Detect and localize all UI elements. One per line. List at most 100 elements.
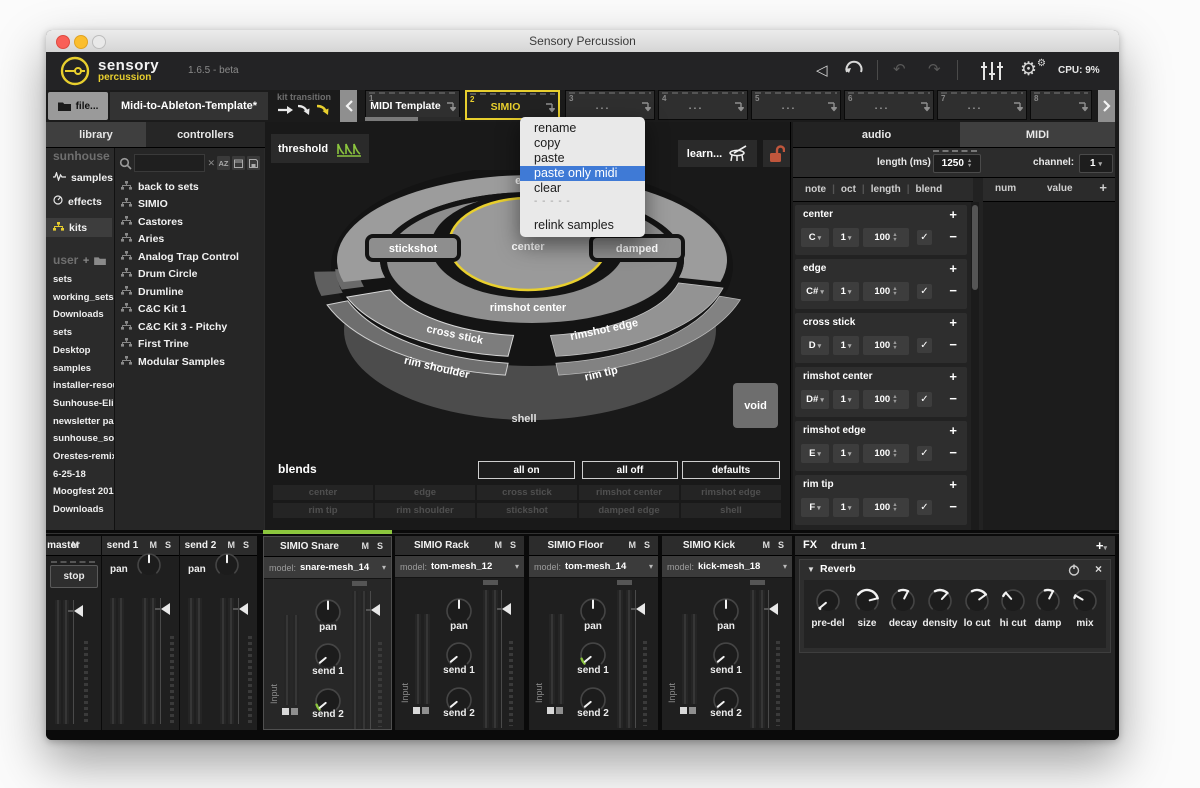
kit-tab-6[interactable]: 6... <box>844 90 934 120</box>
note-select[interactable]: F▾ <box>801 498 829 517</box>
transition-curve-arrow-active-icon[interactable] <box>316 103 332 117</box>
kit-name[interactable]: Midi-to-Ableton-Template* <box>110 92 268 120</box>
blend-cell-center[interactable]: center <box>273 485 373 500</box>
user-folder-samples[interactable]: samples <box>46 363 119 374</box>
note-enabled-checkbox[interactable]: ✓ <box>917 338 932 353</box>
kit-list-item-Drumline[interactable]: Drumline <box>121 283 262 300</box>
remove-effect-icon[interactable]: × <box>1095 562 1102 576</box>
add-cc-button[interactable]: + <box>1099 180 1107 195</box>
octave-select[interactable]: 1▾ <box>833 282 859 301</box>
user-folder-Downloads[interactable]: Downloads <box>46 504 119 515</box>
remove-note-button[interactable]: − <box>949 229 957 244</box>
tab-pull-icon[interactable] <box>920 99 930 117</box>
open-folder-icon[interactable] <box>94 256 106 265</box>
menu-item-paste-only-midi[interactable]: paste only midi <box>520 166 645 181</box>
kit-list-item-Analog-Trap-Control[interactable]: Analog Trap Control <box>121 248 262 265</box>
add-note-button[interactable]: + <box>949 261 957 276</box>
mixer-sliders-icon[interactable] <box>980 61 1004 81</box>
blend-cell-stickshot[interactable]: stickshot <box>477 503 577 518</box>
blend-cell-rimshot-center[interactable]: rimshot center <box>579 485 679 500</box>
remove-note-button[interactable]: − <box>949 445 957 460</box>
tab-pull-icon[interactable] <box>641 99 651 117</box>
kit-list-item-Aries[interactable]: Aries <box>121 231 262 248</box>
model-dropdown-icon[interactable]: ▾ <box>649 562 653 571</box>
kit-tab-1[interactable]: 1MIDI Template <box>365 90 460 120</box>
blend-cell-shell[interactable]: shell <box>681 503 781 518</box>
octave-select[interactable]: 1▾ <box>833 498 859 517</box>
loop-icon[interactable] <box>843 59 865 81</box>
solo-button[interactable]: S <box>165 540 171 550</box>
collapse-effect-icon[interactable]: ▼ <box>807 565 815 574</box>
solo-button[interactable]: S <box>243 540 249 550</box>
user-folder-Downloads[interactable]: Downloads <box>46 309 119 320</box>
metronome-icon[interactable]: ◁ <box>816 61 828 79</box>
zone-void[interactable]: void <box>733 383 778 428</box>
reverb-knob-hi-cut[interactable] <box>1000 588 1026 619</box>
fader-handle[interactable] <box>161 603 170 615</box>
tab-audio[interactable]: audio <box>793 122 960 148</box>
note-enabled-checkbox[interactable]: ✓ <box>917 392 932 407</box>
menu-item-copy[interactable]: copy <box>520 136 645 151</box>
kit-list-item-C&C-Kit-3---Pitchy[interactable]: C&C Kit 3 - Pitchy <box>121 318 262 335</box>
mute-button[interactable]: M <box>362 541 370 551</box>
sort-az-button[interactable]: AZ <box>217 156 230 170</box>
solo-button[interactable]: S <box>644 540 650 550</box>
kit-list-item-First-Trine[interactable]: First Trine <box>121 336 262 353</box>
add-note-button[interactable]: + <box>949 315 957 330</box>
sidebar-item-effects[interactable]: effects <box>46 192 112 211</box>
model-name[interactable]: tom-mesh_14 <box>565 561 626 572</box>
model-dropdown-icon[interactable]: ▾ <box>783 562 787 571</box>
menu-item-paste[interactable]: paste <box>520 151 645 166</box>
note-select[interactable]: C▾ <box>801 228 829 247</box>
note-length-input[interactable]: 100▲▼ <box>863 228 909 247</box>
add-note-button[interactable]: + <box>949 369 957 384</box>
kit-tab-3[interactable]: 3... <box>565 90 655 120</box>
redo-icon[interactable]: ↷ <box>928 60 941 78</box>
menu-item-rename[interactable]: rename <box>520 121 645 136</box>
remove-note-button[interactable]: − <box>949 337 957 352</box>
note-select[interactable]: D#▾ <box>801 390 829 409</box>
note-length-input[interactable]: 100▲▼ <box>863 444 909 463</box>
menu-item-relink-samples[interactable]: relink samples <box>520 218 645 233</box>
model-dropdown-icon[interactable]: ▾ <box>515 562 519 571</box>
user-folder-Desktop[interactable]: Desktop <box>46 345 119 356</box>
user-folder-6-25-18[interactable]: 6-25-18 <box>46 469 119 480</box>
reverb-knob-decay[interactable] <box>890 588 916 619</box>
add-effect-button[interactable]: +▾ <box>1096 538 1107 553</box>
note-enabled-checkbox[interactable]: ✓ <box>917 230 932 245</box>
note-enabled-checkbox[interactable]: ✓ <box>917 500 932 515</box>
kit-list-item-SIMIO[interactable]: SIMIO <box>121 196 262 213</box>
solo-button[interactable]: S <box>778 540 784 550</box>
channel-select[interactable]: 1▾ <box>1079 154 1113 173</box>
user-folder-installer-resou[interactable]: installer-resou <box>46 380 119 391</box>
blend-cell-cross-stick[interactable]: cross stick <box>477 485 577 500</box>
user-folder-sets[interactable]: sets <box>46 274 119 285</box>
remove-note-button[interactable]: − <box>949 391 957 406</box>
reverb-knob-lo-cut[interactable] <box>964 588 990 619</box>
octave-select[interactable]: 1▾ <box>833 444 859 463</box>
blends-all-off-button[interactable]: all off <box>582 461 678 479</box>
menu-item-clear[interactable]: clear <box>520 181 645 196</box>
note-enabled-checkbox[interactable]: ✓ <box>917 284 932 299</box>
note-length-input[interactable]: 100▲▼ <box>863 282 909 301</box>
user-folder-Orestes-remix[interactable]: Orestes-remix <box>46 451 119 462</box>
tab-controllers[interactable]: controllers <box>146 122 265 148</box>
note-length-input[interactable]: 100▲▼ <box>863 390 909 409</box>
reverb-knob-mix[interactable] <box>1072 588 1098 619</box>
user-folder-Moogfest 201[interactable]: Moogfest 201 <box>46 486 119 497</box>
mute-button[interactable]: M <box>228 540 236 550</box>
note-select[interactable]: D▾ <box>801 336 829 355</box>
save-button[interactable] <box>247 156 260 170</box>
pan-knob[interactable] <box>214 552 240 583</box>
tab-pull-icon[interactable] <box>1013 99 1023 117</box>
kit-tab-5[interactable]: 5... <box>751 90 841 120</box>
sidebar-item-samples[interactable]: samples <box>46 168 112 187</box>
stop-button[interactable]: stop <box>50 565 98 588</box>
blend-cell-edge[interactable]: edge <box>375 485 475 500</box>
effect-power-icon[interactable] <box>1068 564 1080 576</box>
lock-button[interactable] <box>763 140 790 167</box>
model-dropdown-icon[interactable]: ▾ <box>382 563 386 572</box>
tab-pull-icon[interactable] <box>1078 99 1088 117</box>
mute-button[interactable]: M <box>629 540 637 550</box>
kit-tab-7[interactable]: 7... <box>937 90 1027 120</box>
